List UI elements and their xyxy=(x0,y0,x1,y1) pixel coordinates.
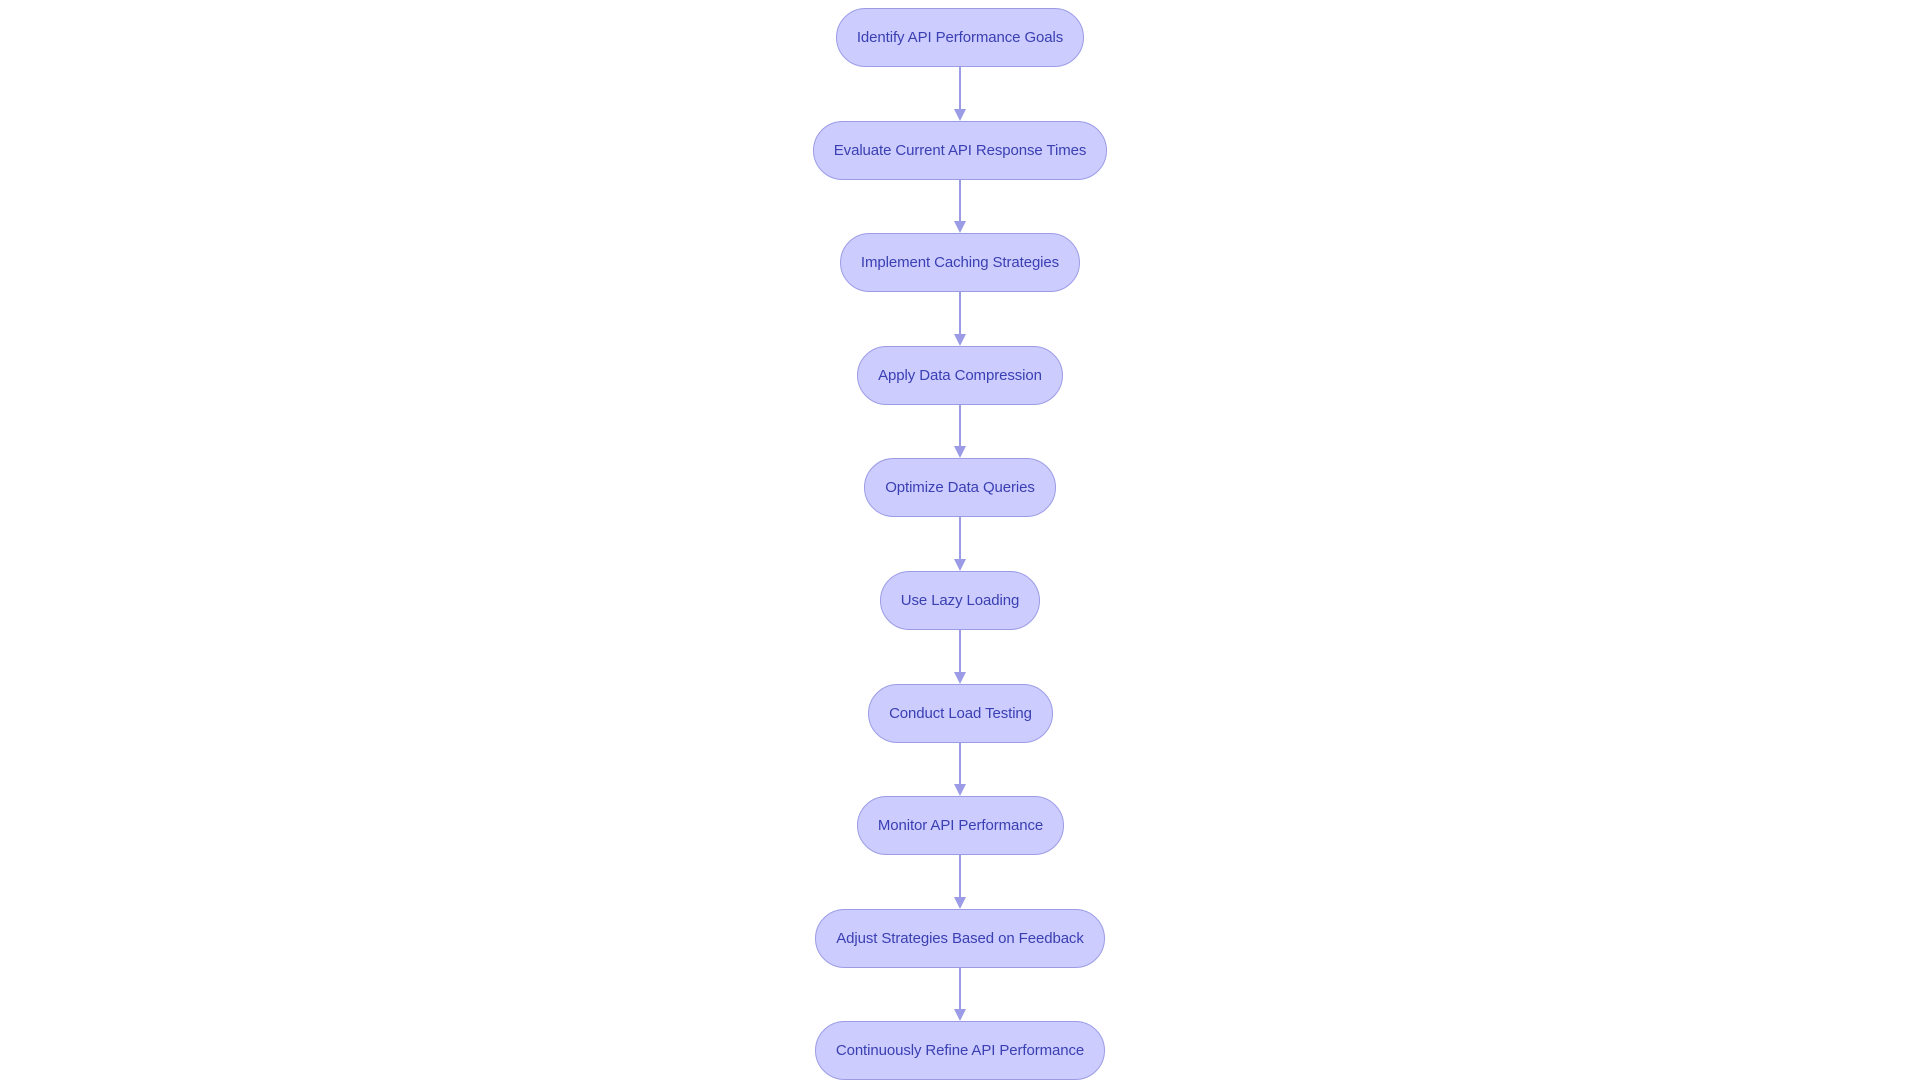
arrowhead-icon xyxy=(954,897,966,909)
arrowhead-icon xyxy=(954,109,966,121)
node-implement-caching[interactable]: Implement Caching Strategies xyxy=(840,233,1080,292)
node-adjust-strategies[interactable]: Adjust Strategies Based on Feedback xyxy=(815,909,1105,968)
arrowhead-icon xyxy=(954,784,966,796)
arrowhead-icon xyxy=(954,221,966,233)
arrowhead-icon xyxy=(954,446,966,458)
arrowhead-icon xyxy=(954,1009,966,1021)
arrowhead-icon xyxy=(954,334,966,346)
node-monitor-performance[interactable]: Monitor API Performance xyxy=(857,796,1064,855)
node-apply-compression[interactable]: Apply Data Compression xyxy=(857,346,1063,405)
node-identify-goals[interactable]: Identify API Performance Goals xyxy=(836,8,1084,67)
flowchart: Identify API Performance Goals Evaluate … xyxy=(0,0,1920,1080)
node-load-testing[interactable]: Conduct Load Testing xyxy=(868,684,1053,743)
node-evaluate-response-times[interactable]: Evaluate Current API Response Times xyxy=(813,121,1107,180)
node-lazy-loading[interactable]: Use Lazy Loading xyxy=(880,571,1040,630)
arrowhead-icon xyxy=(954,672,966,684)
node-continuously-refine[interactable]: Continuously Refine API Performance xyxy=(815,1021,1105,1080)
node-optimize-queries[interactable]: Optimize Data Queries xyxy=(864,458,1056,517)
arrowhead-icon xyxy=(954,559,966,571)
